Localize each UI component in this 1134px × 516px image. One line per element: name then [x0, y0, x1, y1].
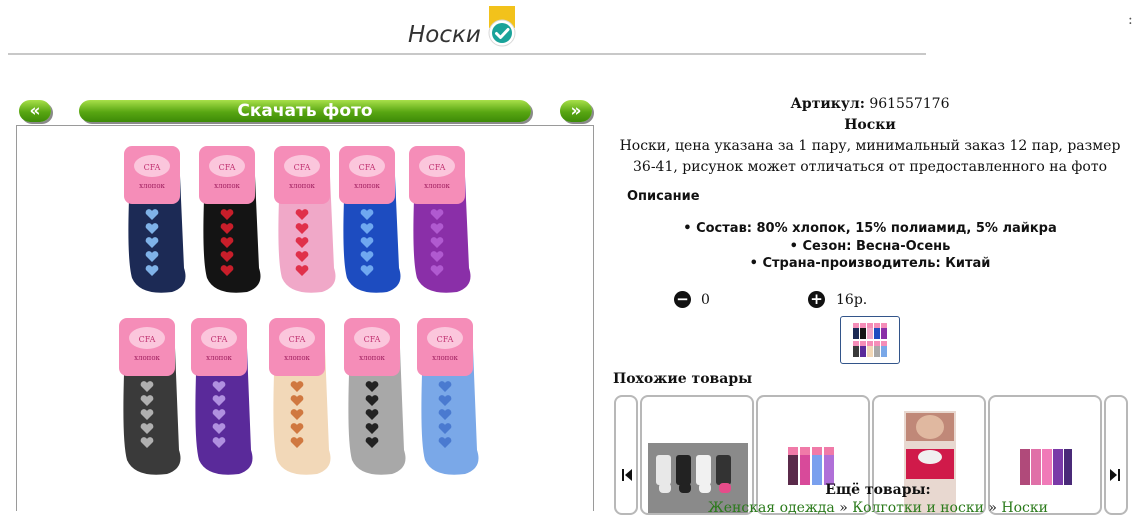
thumbnail-label	[874, 341, 880, 346]
price: 16р.	[836, 292, 868, 308]
package-brand-text: CFA	[219, 163, 236, 172]
package-label-text: хлопок	[214, 182, 240, 190]
sock-pair: CFA хлопок	[274, 146, 336, 293]
spec-item-season: Сезон: Весна-Осень	[612, 238, 1128, 256]
thumbnail-label	[853, 323, 859, 328]
thumbnail-sock	[881, 327, 887, 339]
package-brand-text: CFA	[359, 163, 376, 172]
thumbnail-sock	[853, 345, 859, 357]
package-brand-text: CFA	[211, 335, 228, 344]
package-label-text: хлопок	[359, 354, 385, 362]
thumbnail-label	[881, 341, 887, 346]
thumbnail-label	[881, 323, 887, 328]
prev-photo-button[interactable]: «	[19, 100, 51, 122]
package-brand-text: CFA	[429, 163, 446, 172]
package-label-text: хлопок	[432, 354, 458, 362]
product-description: Носки, цена указана за 1 пару, минимальн…	[619, 138, 1121, 175]
sock-pair: CFA хлопок	[124, 146, 186, 293]
sock-pair: CFA хлопок	[191, 318, 253, 475]
package-label-text: хлопок	[206, 354, 232, 362]
sock-pair: CFA хлопок	[269, 318, 331, 475]
package-brand-text: CFA	[294, 163, 311, 172]
page-title: Носки	[408, 22, 481, 48]
thumbnail-image	[853, 323, 887, 357]
breadcrumb-link-tights-and-socks[interactable]: Колготки и носки	[852, 500, 984, 516]
thumbnail-sock	[860, 345, 866, 357]
package-brand-text: CFA	[144, 163, 161, 172]
package-label-text: хлопок	[354, 182, 380, 190]
package-brand-text: CFA	[289, 335, 306, 344]
breadcrumb-link-womens-clothing[interactable]: Женская одежда	[708, 500, 835, 516]
thumbnail-label	[874, 323, 880, 328]
more-products-heading: Ещё товары:	[825, 482, 931, 498]
verified-badge-icon	[488, 6, 516, 47]
similar-products-heading: Похожие товары	[613, 371, 753, 387]
package-label-text: хлопок	[134, 354, 160, 362]
spec-item-composition: Состав: 80% хлопок, 15% полиамид, 5% лай…	[612, 220, 1128, 238]
breadcrumb-link-socks[interactable]: Носки	[1001, 500, 1048, 516]
package-label-text: хлопок	[289, 182, 315, 190]
sock-pair: CFA хлопок	[409, 146, 471, 293]
package-label-text: хлопок	[139, 182, 165, 190]
thumbnail-label	[867, 341, 873, 346]
sku-value: 961557176	[869, 96, 950, 112]
photo-thumbnail[interactable]	[840, 316, 900, 364]
thumbnail-sock	[874, 345, 880, 357]
socks-image: CFA хлопок CFA хлопок CFA хлопок CFA хлопок CFA х…	[119, 146, 479, 475]
thumbnail-sock	[867, 345, 873, 357]
sku-label: Артикул:	[790, 96, 865, 112]
sku-line: Артикул: 961557176	[612, 96, 1128, 112]
sock-pair: CFA хлопок	[339, 146, 401, 293]
sock-pair: CFA хлопок	[119, 318, 181, 475]
breadcrumb-separator: »	[839, 500, 848, 516]
thumbnail-label	[867, 323, 873, 328]
sock-pair: CFA хлопок	[344, 318, 406, 475]
download-photo-button[interactable]: Скачать фото	[79, 100, 531, 122]
edge-mark: :	[1128, 12, 1133, 28]
thumbnail-label	[860, 323, 866, 328]
next-photo-button[interactable]: »	[560, 100, 592, 122]
sock-pair: CFA хлопок	[417, 318, 479, 475]
breadcrumb: Женская одежда » Колготки и носки » Носк…	[612, 500, 1134, 516]
package-brand-text: CFA	[437, 335, 454, 344]
decrease-quantity-button[interactable]: −	[674, 291, 691, 308]
quantity-value: 0	[701, 292, 710, 308]
thumbnail-sock	[874, 327, 880, 339]
product-name: Носки	[844, 117, 896, 133]
thumbnail-sock	[860, 327, 866, 339]
breadcrumb-separator: »	[988, 500, 997, 516]
thumbnail-sock	[881, 345, 887, 357]
spec-list: Состав: 80% хлопок, 15% полиамид, 5% лай…	[612, 220, 1128, 273]
package-label-text: хлопок	[424, 182, 450, 190]
thumbnail-label	[853, 341, 859, 346]
description-heading: Описание	[627, 189, 700, 204]
thumbnail-label	[860, 341, 866, 346]
thumbnail-sock	[867, 327, 873, 339]
sock-pair: CFA хлопок	[199, 146, 261, 293]
thumbnail-sock	[853, 327, 859, 339]
package-brand-text: CFA	[364, 335, 381, 344]
product-photo: CFA хлопок CFA хлопок CFA хлопок CFA хлопок CFA х…	[16, 125, 594, 511]
increase-quantity-button[interactable]: +	[808, 291, 825, 308]
package-brand-text: CFA	[139, 335, 156, 344]
spec-item-country: Страна-производитель: Китай	[612, 255, 1128, 273]
package-label-text: хлопок	[284, 354, 310, 362]
header-divider	[8, 53, 926, 55]
